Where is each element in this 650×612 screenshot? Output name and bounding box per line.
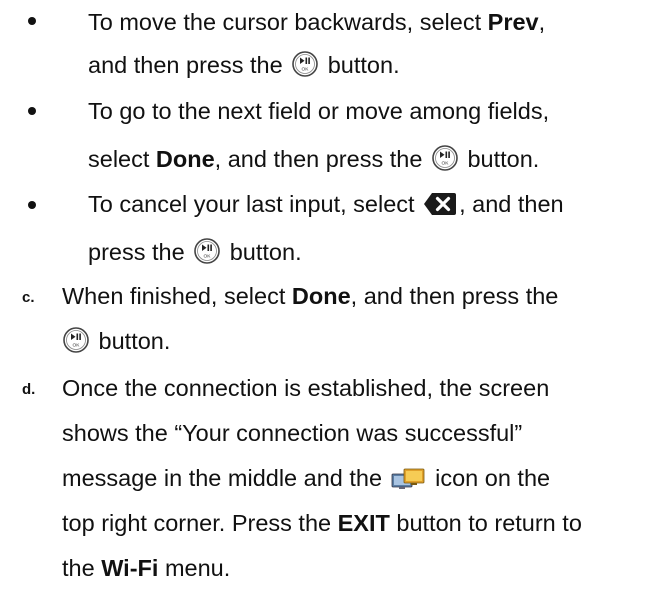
step-d-line-4: top right corner. Press the EXIT button … [62,510,582,536]
bullet-2-marker [28,107,36,115]
bullet-3-line-2: press the button. [88,237,302,265]
play-pause-ok-button-icon [291,50,319,78]
bullet-3-line-1: To cancel your last input, select , and … [88,191,564,217]
step-d-line-1: Once the connection is established, the … [62,375,550,401]
network-connected-icon [391,468,424,489]
step-c-line-2: button. [62,326,170,356]
backspace-delete-icon [424,193,457,215]
step-d-line-5: the Wi-Fi menu. [62,555,231,581]
done-keyword: Done [291,283,351,309]
wifi-keyword: Wi-Fi [101,555,159,581]
play-pause-ok-button-icon [62,326,90,354]
bullet-3-marker [28,201,36,209]
step-c-label: c. [22,289,35,306]
play-pause-ok-button-icon [431,144,459,172]
step-d-line-2: shows the “Your connection was successfu… [62,420,523,446]
bullet-1-marker [28,17,36,25]
step-c-line-1: When finished, select Done, and then pre… [62,283,559,309]
bullet-1-line-2: and then press the button. [88,50,400,78]
step-d-line-3: message in the middle and the icon on th… [62,465,551,491]
bullet-2-line-2: select Done, and then press the button. [88,144,540,172]
bullet-1-line-1: To move the cursor backwards, select Pre… [88,9,546,35]
done-keyword: Done [155,146,215,172]
prev-keyword: Prev [487,9,539,35]
bullet-2-line-1: To go to the next field or move among fi… [88,98,550,124]
step-d-label: d. [22,381,36,398]
exit-keyword: EXIT [337,510,390,536]
play-pause-ok-button-icon [193,237,221,265]
